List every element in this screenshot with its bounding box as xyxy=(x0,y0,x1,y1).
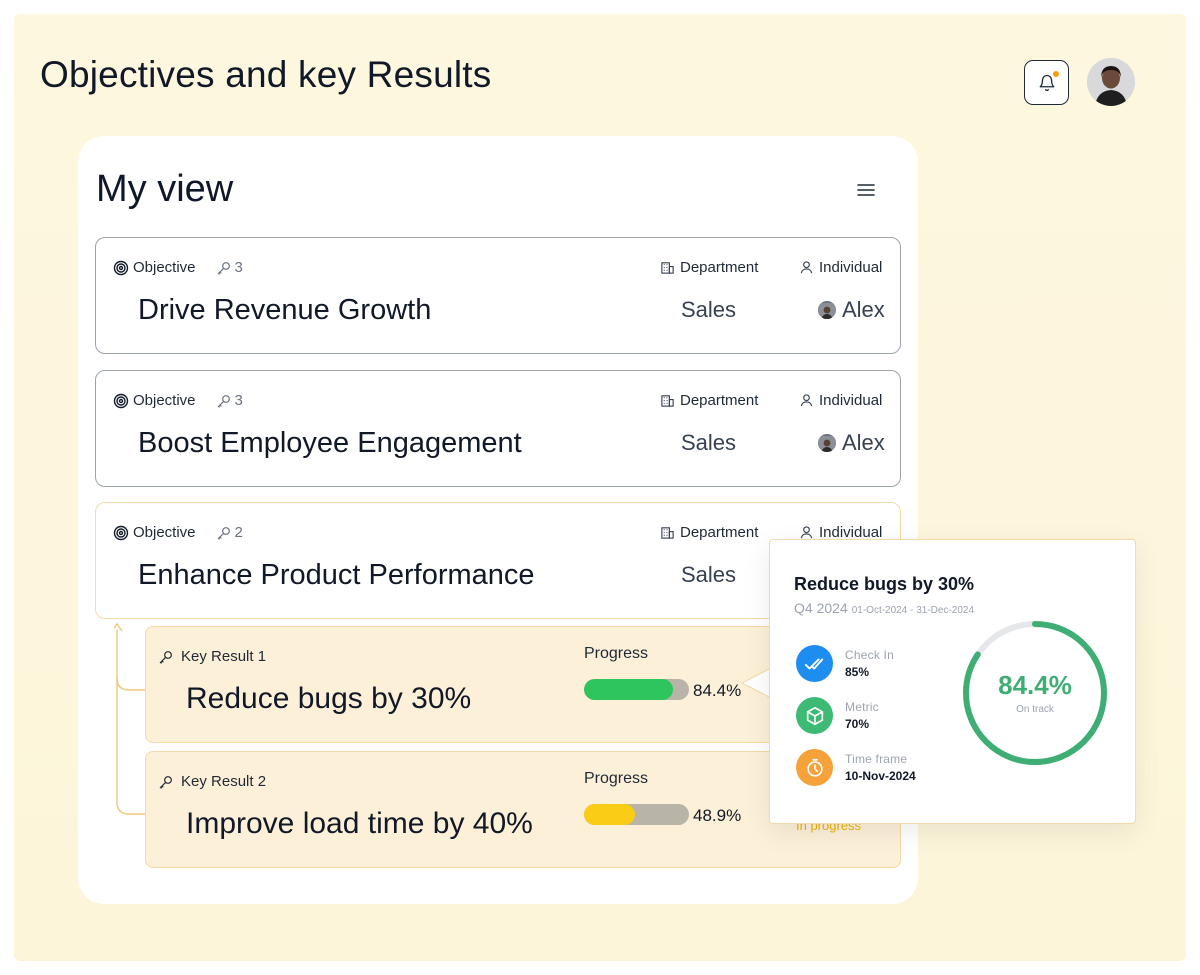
popover-pointer xyxy=(741,668,771,698)
key-result-detail-popover: Reduce bugs by 30% Q4 2024 01-Oct-2024 - … xyxy=(769,539,1136,824)
hamburger-icon xyxy=(857,184,875,196)
individual-header: Individual xyxy=(799,392,882,409)
progress-ring-caption: On track xyxy=(1016,704,1054,715)
metric-value: 70% xyxy=(845,717,870,731)
person-icon xyxy=(800,526,813,539)
department-label: Department xyxy=(680,392,759,409)
individual-value: Alex xyxy=(818,430,885,456)
target-icon xyxy=(113,260,129,275)
view-title: My view xyxy=(96,168,234,210)
key-icon xyxy=(217,394,230,408)
metric-label: Metric xyxy=(845,700,879,714)
metric-metric: Metric 70% xyxy=(796,697,879,734)
progress-ring: 84.4% On track xyxy=(960,618,1110,768)
assignee-name: Alex xyxy=(842,430,885,455)
objective-type-label: Objective xyxy=(133,524,196,541)
progress-value: 48.9% xyxy=(693,806,742,825)
target-icon xyxy=(113,393,129,408)
progress-fill xyxy=(584,804,636,825)
objective-type: Objective 3 xyxy=(113,392,243,409)
page-title: Objectives and key Results xyxy=(40,54,492,95)
assignee-avatar xyxy=(818,434,836,452)
menu-button[interactable] xyxy=(852,176,880,204)
metric-check-in: Check In 85% xyxy=(796,645,894,682)
metric-value: 85% xyxy=(845,665,870,679)
tree-connector xyxy=(114,622,147,815)
progress-bar xyxy=(584,679,689,700)
department-value: Sales xyxy=(681,297,737,322)
key-count-value: 3 xyxy=(234,259,243,276)
popover-title: Reduce bugs by 30% xyxy=(794,574,975,594)
key-result-label: Key Result 1 xyxy=(181,648,267,665)
popover-quarter: Q4 2024 xyxy=(794,600,848,616)
objective-card[interactable]: Objective 3 Drive Revenue Growth Departm… xyxy=(95,237,901,354)
department-value: Sales xyxy=(681,430,737,455)
person-icon xyxy=(800,261,813,274)
key-count: 3 xyxy=(216,392,243,409)
department-label: Department xyxy=(680,524,759,541)
key-result-header: Key Result 2 xyxy=(158,773,266,790)
key-count-value: 3 xyxy=(234,392,243,409)
metric-label: Check In xyxy=(845,648,894,662)
objective-type: Objective 2 xyxy=(113,524,243,541)
double-check-icon xyxy=(796,645,833,682)
notifications-button[interactable] xyxy=(1024,60,1069,105)
key-icon xyxy=(159,650,172,664)
objective-title: Drive Revenue Growth xyxy=(138,294,432,326)
objective-card[interactable]: Objective 3 Boost Employee Engagement De… xyxy=(95,370,901,487)
key-icon xyxy=(159,775,172,789)
key-icon xyxy=(217,261,230,275)
bell-icon xyxy=(1039,74,1054,91)
metric-value: 10-Nov-2024 xyxy=(845,769,916,783)
popover-period: Q4 2024 01-Oct-2024 - 31-Dec-2024 xyxy=(794,600,974,616)
building-icon xyxy=(661,395,674,407)
building-icon xyxy=(661,527,674,539)
objective-type-label: Objective xyxy=(133,392,196,409)
key-count-value: 2 xyxy=(234,524,243,541)
building-icon xyxy=(661,262,674,274)
individual-label: Individual xyxy=(819,259,883,276)
department-header: Department xyxy=(660,392,758,409)
objective-title: Enhance Product Performance xyxy=(138,559,535,591)
progress-bar xyxy=(584,804,689,825)
assignee-avatar xyxy=(818,301,836,319)
progress-label: Progress xyxy=(584,645,649,662)
key-result-label: Key Result 2 xyxy=(181,773,267,790)
key-icon xyxy=(217,526,230,540)
person-icon xyxy=(800,394,813,407)
objective-title: Boost Employee Engagement xyxy=(138,427,522,459)
key-count: 2 xyxy=(216,524,243,541)
key-result-title: Improve load time by 40% xyxy=(186,807,533,840)
progress-value: 84.4% xyxy=(693,681,742,700)
progress-fill xyxy=(584,679,673,700)
department-header: Department xyxy=(660,259,758,276)
notification-dot xyxy=(1053,71,1059,77)
department-header: Department xyxy=(660,524,758,541)
cube-icon xyxy=(796,697,833,734)
progress-ring-value: 84.4% xyxy=(998,670,1072,700)
progress-label: Progress xyxy=(584,770,649,787)
individual-header: Individual xyxy=(799,259,882,276)
timer-icon xyxy=(796,749,833,786)
metric-label: Time frame xyxy=(845,752,908,766)
metric-time-frame: Time frame 10-Nov-2024 xyxy=(796,749,916,786)
department-value: Sales xyxy=(681,562,737,587)
key-result-header: Key Result 1 xyxy=(158,648,266,665)
individual-value: Alex xyxy=(818,297,885,323)
key-result-title: Reduce bugs by 30% xyxy=(186,682,472,715)
popover-dates: 01-Oct-2024 - 31-Dec-2024 xyxy=(851,605,975,616)
assignee-name: Alex xyxy=(842,297,885,322)
objective-type-label: Objective xyxy=(133,259,196,276)
objective-type: Objective 3 xyxy=(113,259,243,276)
key-count: 3 xyxy=(216,259,243,276)
individual-label: Individual xyxy=(819,392,883,409)
user-avatar[interactable] xyxy=(1087,58,1135,106)
department-label: Department xyxy=(680,259,759,276)
target-icon xyxy=(113,525,129,540)
